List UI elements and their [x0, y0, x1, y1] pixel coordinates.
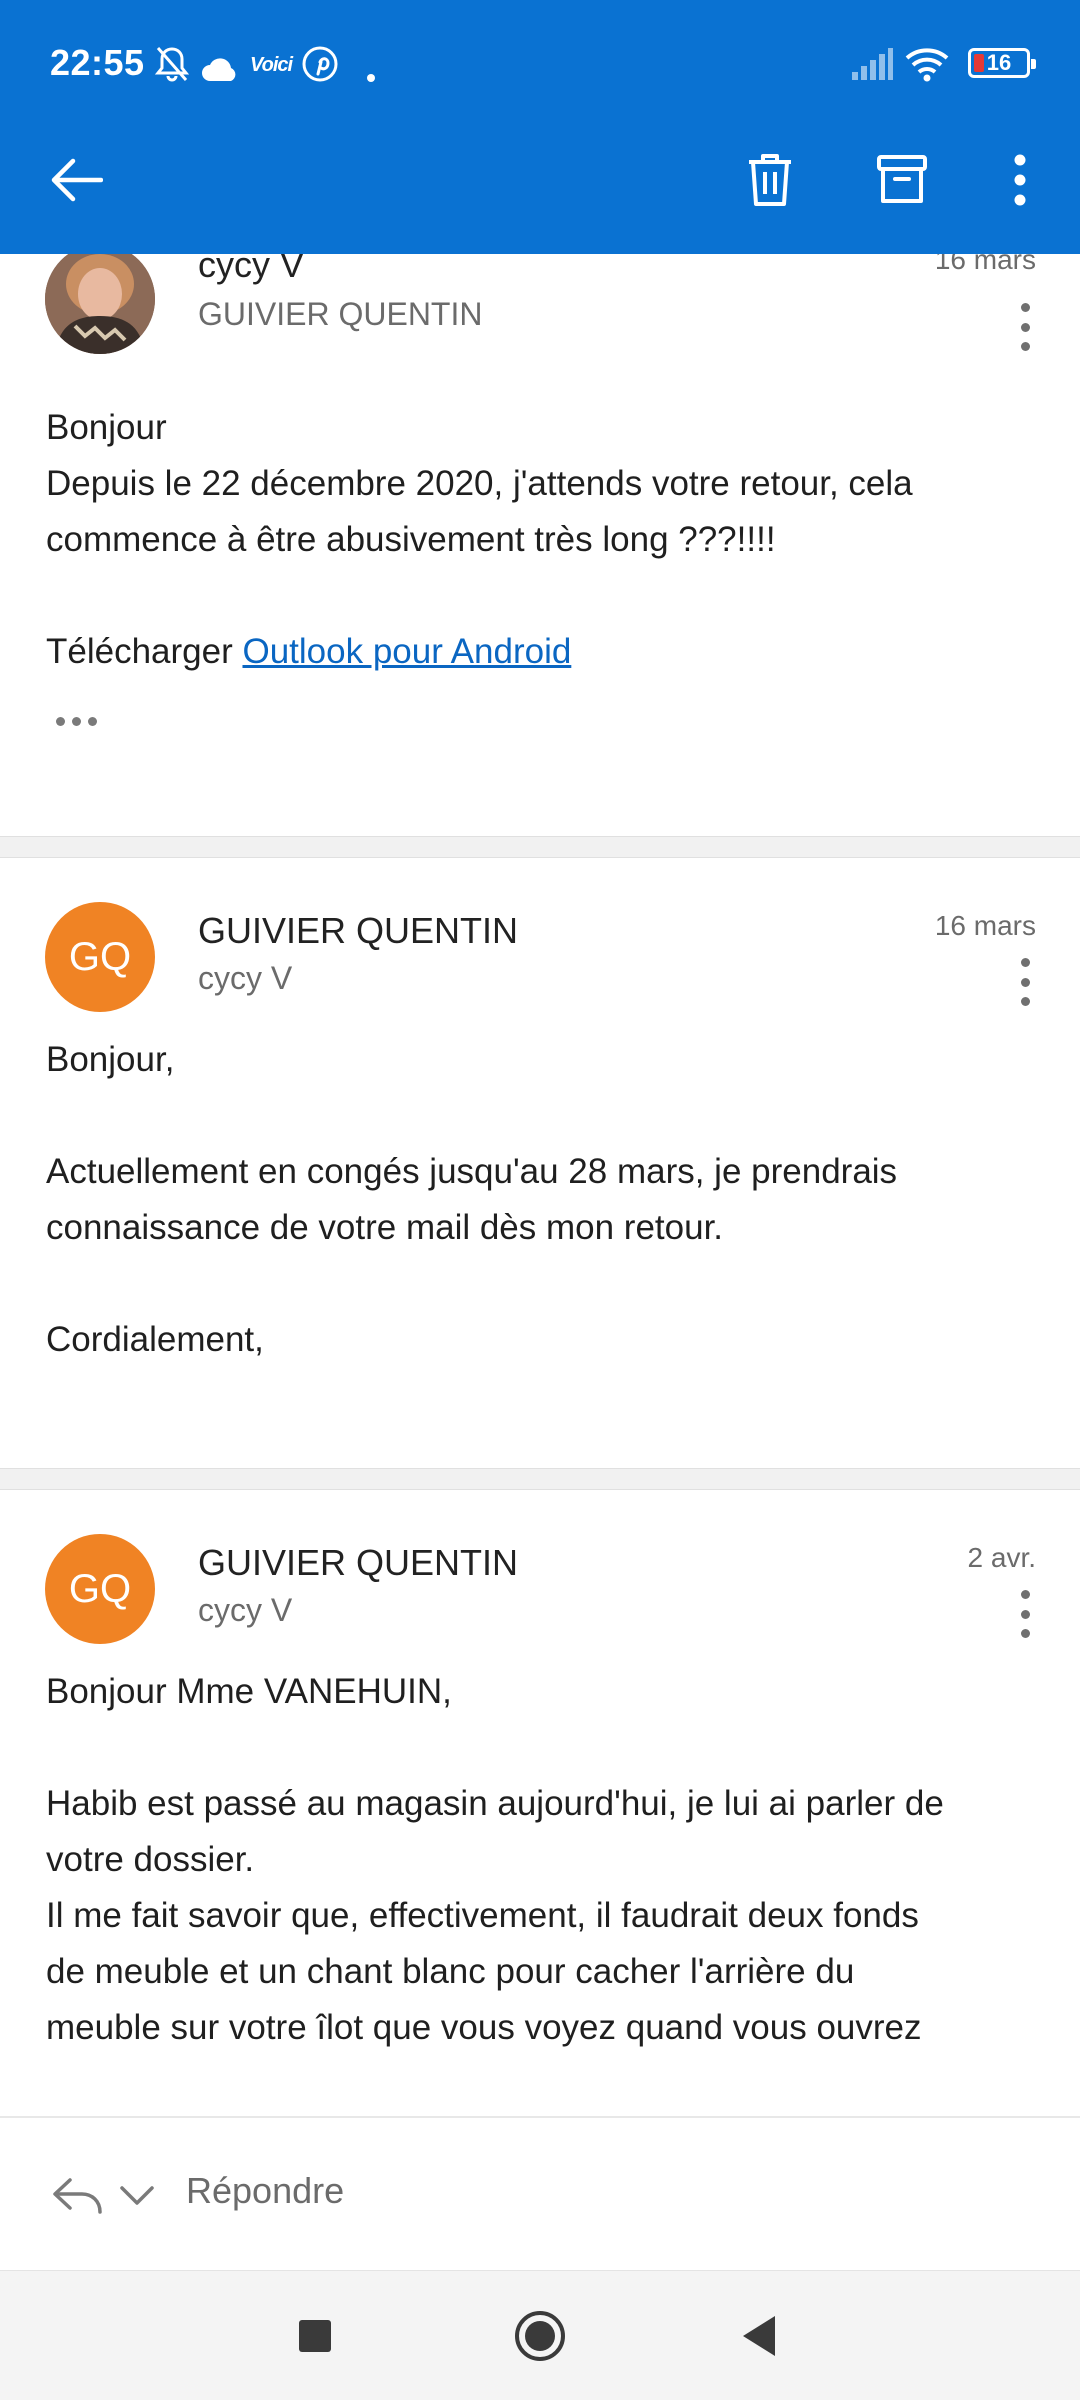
body-line: Bonjour, [46, 1040, 175, 1079]
kebab-dot [1020, 322, 1030, 332]
home-button[interactable] [505, 2301, 575, 2371]
message-body: Bonjour Mme VANEHUIN, Habib est passé au… [46, 1664, 1046, 2056]
reply-icon[interactable] [50, 2174, 104, 2218]
download-line: Télécharger Outlook pour Android [46, 624, 1046, 680]
recipient-name: GUIVIER QUENTIN [198, 296, 483, 332]
more-vertical-icon [1014, 154, 1026, 206]
message-more-button[interactable] [1010, 952, 1040, 1012]
sender-name: GUIVIER QUENTIN [198, 910, 519, 951]
ellipsis-dot [88, 717, 97, 726]
ellipsis-dot [72, 717, 81, 726]
recipient-name: cycy V [198, 960, 293, 996]
kebab-dot [1020, 342, 1030, 351]
message-card[interactable]: GQ GUIVIER QUENTIN cycy V 2 avr. Bonjour… [0, 1490, 1080, 2116]
avatar[interactable]: GQ [45, 902, 155, 1012]
kebab-dot [1020, 303, 1030, 312]
kebab-dot [1020, 1609, 1030, 1619]
recents-button[interactable] [280, 2301, 350, 2371]
body-line: Habib est passé au magasin aujourd'hui, … [46, 1784, 944, 1823]
voici-icon: Voici [250, 54, 293, 76]
body-line: Bonjour Mme VANEHUIN, [46, 1672, 452, 1711]
ellipsis-dot [56, 717, 65, 726]
pinterest-icon [302, 46, 338, 82]
kebab-dot [1020, 958, 1030, 967]
recents-square-icon [299, 2320, 331, 2352]
body-line: votre dossier. [46, 1840, 255, 1879]
body-line: Actuellement en congés jusqu'au 28 mars,… [46, 1152, 898, 1191]
wifi-icon [905, 48, 949, 82]
avatar[interactable] [45, 254, 155, 354]
message-more-button[interactable] [1010, 297, 1040, 357]
cloud-icon [202, 58, 236, 81]
kebab-dot [1020, 977, 1030, 987]
avatar-initials: GQ [68, 1566, 132, 1611]
delete-button[interactable] [730, 140, 810, 220]
message-separator [0, 1468, 1080, 1490]
body-line [46, 1720, 1046, 1776]
system-nav-bar [0, 2270, 1080, 2400]
avatar-initials: GQ [68, 934, 132, 979]
conversation-thread[interactable]: cycy V GUIVIER QUENTIN 16 mars Bonjour D… [0, 254, 1080, 2116]
message-card[interactable]: GQ GUIVIER QUENTIN cycy V 16 mars Bonjou… [0, 858, 1080, 1468]
message-more-button[interactable] [1010, 1584, 1040, 1644]
kebab-dot [1020, 1629, 1030, 1638]
body-line: connaissance de votre mail dès mon retou… [46, 1208, 724, 1247]
home-circle-icon [515, 2311, 565, 2361]
reply-button[interactable]: Répondre [186, 2170, 344, 2212]
mute-bell-icon [154, 47, 190, 82]
message-date: 16 mars [934, 254, 1036, 275]
more-options-button[interactable] [980, 140, 1060, 220]
show-quoted-text-button[interactable] [56, 717, 97, 726]
body-line [46, 568, 1046, 624]
back-nav-button[interactable] [724, 2301, 794, 2371]
dot-icon [367, 74, 375, 82]
kebab-dot [1020, 997, 1030, 1006]
body-line: meuble sur votre îlot que vous voyez qua… [46, 2008, 922, 2047]
chevron-down-icon[interactable] [118, 2184, 156, 2208]
body-line: Cordialement, [46, 1320, 264, 1359]
status-time: 22:55 [50, 42, 145, 83]
download-prefix: Télécharger [46, 632, 243, 671]
body-line: Depuis le 22 décembre 2020, j'attends vo… [46, 464, 913, 503]
sender-name: GUIVIER QUENTIN [198, 1542, 519, 1583]
signal-icon [852, 48, 893, 80]
outlook-android-link[interactable]: Outlook pour Android [242, 632, 571, 671]
message-date: 2 avr. [967, 1542, 1036, 1573]
trash-icon [749, 154, 791, 206]
profile-photo [45, 254, 155, 354]
body-line [46, 1088, 1046, 1144]
reply-bar: Répondre [0, 2116, 1080, 2270]
message-separator [0, 836, 1080, 858]
back-triangle-icon [743, 2316, 775, 2356]
avatar[interactable]: GQ [45, 1534, 155, 1644]
message-body: Bonjour, Actuellement en congés jusqu'au… [46, 1032, 1046, 1368]
body-line: Il me fait savoir que, effectivement, il… [46, 1896, 919, 1935]
arrow-left-icon [51, 158, 103, 202]
kebab-dot [1020, 1590, 1030, 1599]
body-line: de meuble et un chant blanc pour cacher … [46, 1952, 855, 1991]
message-body: Bonjour Depuis le 22 décembre 2020, j'at… [46, 400, 1046, 680]
body-line [46, 1256, 1046, 1312]
battery-level: 16 [986, 50, 1012, 75]
recipient-name: cycy V [198, 1592, 293, 1628]
app-header: 22:55 Voici 16 [0, 0, 1080, 254]
status-bar: 22:55 Voici 16 [0, 0, 1080, 128]
sender-name: cycy V [198, 254, 305, 285]
back-button[interactable] [36, 140, 116, 220]
body-line: Bonjour [46, 408, 167, 447]
body-line: commence à être abusivement très long ??… [46, 520, 776, 559]
archive-icon [877, 155, 927, 203]
archive-button[interactable] [862, 140, 942, 220]
battery-icon: 16 [968, 48, 1036, 78]
message-date: 16 mars [934, 910, 1036, 941]
